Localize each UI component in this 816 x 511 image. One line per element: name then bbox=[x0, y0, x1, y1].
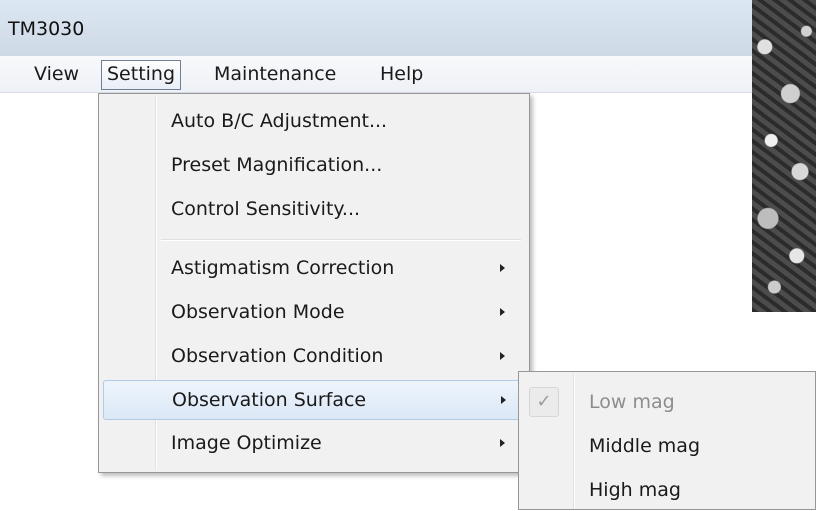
window-title: TM3030 bbox=[8, 18, 85, 40]
submenu-item-label: Middle mag bbox=[589, 435, 701, 457]
submenu-item-high-mag[interactable]: High mag bbox=[523, 469, 813, 511]
observation-surface-submenu: ✓ Low mag Middle mag High mag bbox=[518, 371, 816, 510]
menu-separator bbox=[161, 239, 521, 241]
menu-item-label: Observation Condition bbox=[171, 345, 384, 367]
submenu-arrow-icon bbox=[500, 264, 505, 272]
checkmark-icon: ✓ bbox=[529, 387, 559, 417]
setting-dropdown-menu: Auto B/C Adjustment... Preset Magnificat… bbox=[98, 93, 530, 473]
menu-maintenance[interactable]: Maintenance bbox=[208, 60, 342, 88]
menu-item-label: Astigmatism Correction bbox=[171, 257, 395, 279]
submenu-item-middle-mag[interactable]: Middle mag bbox=[523, 425, 813, 467]
menu-item-label: Observation Mode bbox=[171, 301, 345, 323]
menu-view[interactable]: View bbox=[28, 60, 85, 88]
sem-image-preview bbox=[752, 0, 816, 312]
menu-item-image-optimize[interactable]: Image Optimize bbox=[103, 424, 527, 462]
menu-item-label: Preset Magnification... bbox=[171, 154, 383, 176]
menu-setting[interactable]: Setting bbox=[101, 60, 182, 90]
submenu-arrow-icon bbox=[501, 396, 506, 404]
menu-item-label: Control Sensitivity... bbox=[171, 198, 361, 220]
menu-bar: View Setting Maintenance Help bbox=[0, 56, 752, 93]
submenu-item-low-mag[interactable]: ✓ Low mag bbox=[523, 381, 813, 423]
title-bar: TM3030 bbox=[0, 0, 752, 56]
submenu-arrow-icon bbox=[500, 308, 505, 316]
menu-item-control-sensitivity[interactable]: Control Sensitivity... bbox=[103, 190, 527, 228]
submenu-item-label: Low mag bbox=[589, 391, 675, 413]
menu-item-preset-magnification[interactable]: Preset Magnification... bbox=[103, 146, 527, 184]
menu-item-auto-bc-adjustment[interactable]: Auto B/C Adjustment... bbox=[103, 102, 527, 140]
menu-item-label: Auto B/C Adjustment... bbox=[171, 110, 388, 132]
submenu-item-label: High mag bbox=[589, 479, 681, 501]
menu-item-observation-mode[interactable]: Observation Mode bbox=[103, 293, 527, 331]
menu-item-observation-condition[interactable]: Observation Condition bbox=[103, 337, 527, 375]
menu-item-label: Observation Surface bbox=[172, 389, 367, 411]
submenu-arrow-icon bbox=[500, 352, 505, 360]
menu-item-observation-surface[interactable]: Observation Surface bbox=[103, 380, 527, 420]
menu-item-astigmatism-correction[interactable]: Astigmatism Correction bbox=[103, 249, 527, 287]
submenu-arrow-icon bbox=[500, 439, 505, 447]
menu-item-label: Image Optimize bbox=[171, 432, 322, 454]
menu-help[interactable]: Help bbox=[374, 60, 429, 88]
